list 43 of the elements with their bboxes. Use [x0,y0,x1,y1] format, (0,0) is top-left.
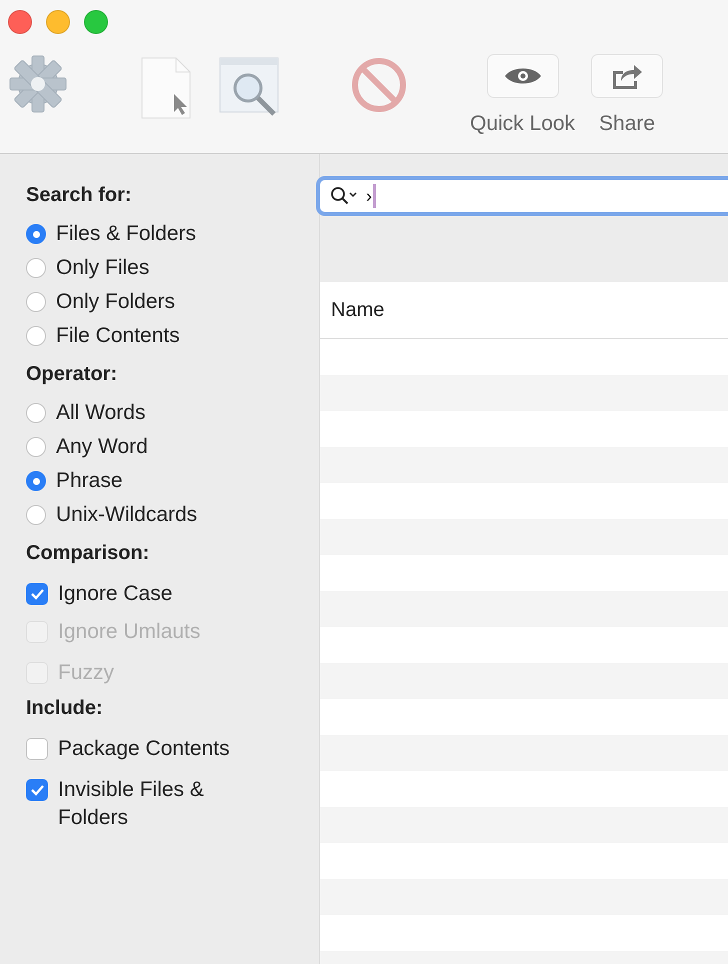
section-title: Operator: [26,363,118,386]
document-icon[interactable] [140,56,192,120]
checkbox[interactable] [26,583,48,605]
option-label: File Contents [56,324,180,348]
close-window-button[interactable] [8,10,32,34]
option-label: Phrase [56,469,123,493]
search-field[interactable]: › [316,176,728,216]
option-label: Only Folders [56,290,176,314]
option-label: Files & Folders [56,222,196,246]
option-label: Any Word [56,435,148,459]
radio-button[interactable] [26,224,46,244]
column-header[interactable]: Name [331,298,384,322]
section-title: Include: [26,697,104,720]
radio-button[interactable] [26,471,46,491]
radio-button[interactable] [26,403,46,423]
option-label: Ignore Umlauts [58,620,200,644]
radio-button[interactable] [26,258,46,278]
minimize-window-button[interactable] [46,10,70,34]
option-label: Unix-Wildcards [56,503,198,527]
checkbox[interactable] [26,779,48,801]
toolbar-button-label: Quick Look [470,112,576,136]
section-title: Comparison: [26,542,150,565]
option-label: Invisible Files & Folders [58,777,205,831]
option-label: All Words [56,401,146,425]
toolbar-button-label: Share [599,112,656,136]
radio-button[interactable] [26,505,46,525]
option-label: Ignore Case [58,582,172,606]
radio-button[interactable] [26,326,46,346]
section-title: Search for: [26,184,133,207]
quick-look-button[interactable] [486,54,559,98]
checkmark-icon [30,784,44,796]
zoom-window-button[interactable] [84,10,108,34]
checkbox[interactable] [26,738,48,760]
radio-button[interactable] [26,292,46,312]
share-icon [611,63,644,89]
prohibited-icon[interactable] [350,56,408,114]
share-button[interactable] [591,54,664,98]
option-label: Fuzzy [58,660,116,686]
radio-button[interactable] [26,437,46,457]
option-label: Only Files [56,256,150,280]
checkmark-icon [30,588,44,600]
eye-icon [504,66,542,86]
option-label: Package Contents [58,737,230,761]
